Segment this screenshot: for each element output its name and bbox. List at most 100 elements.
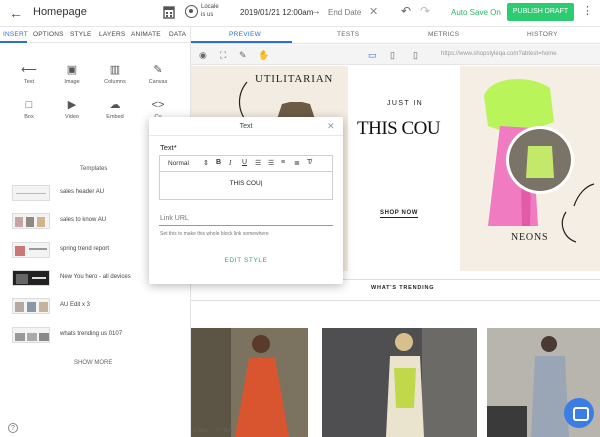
photo-figure — [191, 328, 308, 437]
undo-icon[interactable]: ↶ — [401, 4, 411, 18]
close-icon[interactable]: ✕ — [327, 121, 335, 132]
autosave-toggle[interactable]: Auto Save On — [451, 8, 501, 17]
globe-icon[interactable] — [185, 5, 198, 18]
strikethrough-icon[interactable]: ≣ — [294, 159, 300, 167]
brush-icon: ✎ — [153, 64, 163, 76]
headline-neons: NEONS — [511, 232, 549, 243]
end-date-field[interactable]: End Date — [328, 8, 361, 17]
component-text[interactable]: ⟵ Text — [9, 64, 49, 85]
cloud-upload-icon: ☁ — [109, 99, 121, 111]
template-name: spring trend report — [60, 246, 110, 252]
tabs-divider — [191, 43, 600, 44]
code-icon: <> — [151, 99, 165, 111]
show-more-button[interactable]: SHOW MORE — [74, 360, 112, 366]
edit-style-button[interactable]: EDIT STYLE — [149, 257, 343, 264]
component-label: Box — [24, 114, 34, 120]
format-select[interactable]: Normal — [168, 160, 189, 167]
trend-photo-2[interactable] — [322, 328, 477, 437]
italic-icon[interactable]: I — [229, 159, 231, 167]
tab-animate[interactable]: ANIMATE — [131, 31, 161, 38]
tab-options[interactable]: OPTIONS — [33, 31, 64, 38]
editor-content[interactable]: THIS COU| — [160, 180, 332, 187]
template-name: New You hero - all devices — [60, 274, 131, 280]
component-canvas[interactable]: ✎ Canvas — [138, 64, 178, 85]
tab-preview[interactable]: PREVIEW — [229, 31, 261, 38]
chevron-updown-icon[interactable]: ⇕ — [203, 159, 209, 167]
tab-layers[interactable]: LAYERS — [99, 31, 125, 38]
breadcrumb-box[interactable]: Box — [199, 428, 208, 434]
fullscreen-icon[interactable]: ⛶ — [220, 50, 226, 61]
link-url-input[interactable]: Link URL — [160, 215, 189, 222]
mobile-icon[interactable]: ▯ — [413, 50, 418, 61]
pencil-icon[interactable]: ✎ — [239, 50, 247, 61]
modal-divider — [149, 135, 343, 136]
active-tab-indicator — [0, 41, 27, 43]
editor-toolbar: Normal ⇕ B I U ☰ ☰ ≡ ≣ T̸ — [160, 156, 332, 172]
text-field-label: Text* — [160, 143, 177, 152]
preview-url[interactable]: https://www.shopstyleqa.com?abtest=home — [441, 48, 578, 61]
text-icon: ⟵ — [21, 64, 37, 76]
active-tab-indicator — [191, 41, 292, 43]
arrow-right-icon: → — [311, 6, 321, 17]
rich-text-editor: Normal ⇕ B I U ☰ ☰ ≡ ≣ T̸ THIS COU| — [159, 155, 333, 200]
locale-selector[interactable]: Locale is us — [201, 3, 219, 19]
component-label: Video — [65, 114, 79, 120]
ordered-list-icon[interactable]: ☰ — [255, 159, 261, 167]
tab-insert[interactable]: INSERT — [3, 31, 28, 38]
templates-heading: Templates — [80, 166, 108, 172]
image-icon: ▣ — [66, 64, 78, 76]
text-edit-modal: Text ✕ Text* Normal ⇕ B I U ☰ ☰ ≡ ≣ T̸ T… — [149, 117, 343, 284]
headline-this-cou[interactable]: THIS COU — [357, 118, 441, 140]
breadcrumb-text[interactable]: Text — [223, 428, 232, 434]
eye-icon[interactable]: ◉ — [199, 50, 207, 61]
template-name: AU Edit x 3 — [60, 302, 91, 308]
template-thumbnail — [12, 213, 50, 229]
component-box[interactable]: □ Box — [9, 99, 49, 120]
bold-icon[interactable]: B — [216, 159, 221, 166]
tab-data[interactable]: DATA — [169, 31, 186, 38]
template-thumbnail — [12, 270, 50, 286]
link-help-text: Set this to make this whole block link s… — [160, 231, 269, 237]
trend-photo-1[interactable] — [191, 328, 308, 437]
publish-draft-button[interactable]: PUBLISH DRAFT — [507, 3, 574, 21]
template-item[interactable]: whats trending us 0107 — [12, 327, 182, 343]
tab-metrics[interactable]: METRICS — [428, 31, 459, 38]
hand-icon[interactable]: ✋ — [258, 50, 269, 61]
underline-icon[interactable]: U — [242, 159, 247, 166]
chat-bubble-icon[interactable] — [564, 398, 594, 428]
template-item[interactable]: AU Edit x 3 — [12, 298, 182, 314]
help-icon[interactable]: ? — [8, 423, 18, 433]
tablet-icon[interactable]: ▯ — [390, 50, 395, 61]
redo-icon[interactable]: ↷ — [420, 4, 430, 18]
component-embed[interactable]: ☁ Embed — [95, 99, 135, 120]
component-label: Embed — [106, 114, 124, 120]
component-label: Columns — [104, 79, 126, 85]
arrow-left-icon[interactable]: ← — [9, 5, 23, 21]
align-center-icon[interactable]: ≡ — [281, 159, 285, 166]
calendar-icon[interactable] — [163, 5, 175, 19]
template-thumbnail — [12, 327, 50, 343]
tab-tests[interactable]: TESTS — [337, 31, 359, 38]
clear-date-icon[interactable]: ✕ — [369, 5, 378, 18]
box-icon: ☐ — [193, 428, 198, 434]
tab-style[interactable]: STYLE — [70, 31, 92, 38]
top-bar: ← Homepage Locale is us 2019/01/21 12:00… — [0, 0, 600, 27]
tab-history[interactable]: HISTORY — [527, 31, 558, 38]
template-thumbnail — [12, 185, 50, 201]
desktop-icon[interactable]: ▭ — [368, 50, 377, 61]
bullet-list-icon[interactable]: ☰ — [268, 159, 274, 167]
more-vert-icon[interactable]: ⋮ — [582, 4, 593, 17]
left-panel-tabs: INSERT OPTIONS STYLE LAYERS ANIMATE DATA — [0, 27, 190, 43]
headline-just-in: JUST IN — [387, 100, 424, 107]
clear-format-icon[interactable]: T̸ — [307, 159, 311, 166]
shop-now-link[interactable]: SHOP NOW — [380, 210, 419, 218]
component-columns[interactable]: ▥ Columns — [95, 64, 135, 85]
template-thumbnail — [12, 242, 50, 258]
template-thumbnail — [12, 298, 50, 314]
start-date-field[interactable]: 2019/01/21 12:00am — [240, 8, 313, 17]
hero-panel-mid[interactable] — [348, 66, 460, 271]
page-title: Homepage — [33, 6, 87, 18]
component-image[interactable]: ▣ Image — [52, 64, 92, 85]
locale-value: is us — [201, 12, 214, 18]
component-video[interactable]: ▶ Video — [52, 99, 92, 120]
